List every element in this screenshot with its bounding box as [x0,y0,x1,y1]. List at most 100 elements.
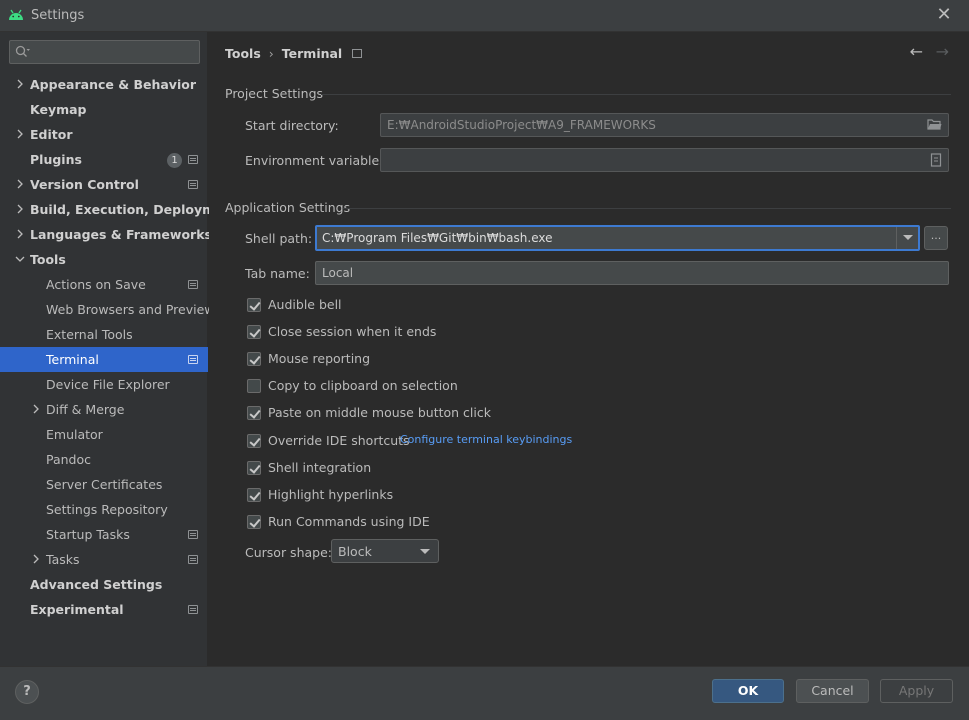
chevron-down-icon[interactable] [15,247,25,272]
checkbox-label[interactable]: Mouse reporting [268,351,370,366]
sidebar-item[interactable]: Advanced Settings [0,572,208,597]
start-directory-label: Start directory: [245,118,339,133]
checkbox[interactable] [247,461,261,475]
sidebar-item[interactable]: External Tools [0,322,208,347]
sidebar-item[interactable]: Appearance & Behavior [0,72,208,97]
checkbox-label[interactable]: Audible bell [268,297,342,312]
help-button[interactable]: ? [15,680,39,704]
sidebar-item[interactable]: Diff & Merge [0,397,208,422]
project-scope-icon [188,155,198,164]
breadcrumb-parent[interactable]: Tools [225,46,261,61]
sidebar-item[interactable]: Emulator [0,422,208,447]
checkbox-label[interactable]: Copy to clipboard on selection [268,378,458,393]
project-scope-icon [352,49,363,58]
sidebar-item-label: Web Browsers and Preview [46,302,215,317]
sidebar-item-label: Tasks [46,552,80,567]
start-directory-value: E:₩AndroidStudioProject₩A9_FRAMEWORKS [387,118,656,132]
sidebar-item-label: Pandoc [46,452,92,467]
start-directory-field[interactable]: E:₩AndroidStudioProject₩A9_FRAMEWORKS [380,113,949,137]
settings-sidebar: Appearance & Behavior Keymap Editor Plugins… [0,32,238,666]
shell-path-label: Shell path: [245,231,313,246]
sidebar-item[interactable]: Editor [0,122,208,147]
checkbox[interactable] [247,325,261,339]
project-scope-icon [188,530,198,539]
tab-name-label: Tab name: [245,266,310,281]
sidebar-item[interactable]: Version Control [0,172,208,197]
chevron-down-icon [420,549,430,554]
sidebar-item[interactable]: Build, Execution, Deployment [0,197,238,222]
chevron-right-icon[interactable] [15,72,25,97]
sidebar-item-label: Plugins [30,152,82,167]
sidebar-item-label: Editor [30,127,73,142]
browse-shell-button[interactable]: ... [924,226,948,250]
search-input[interactable] [34,43,194,61]
settings-tree: Appearance & Behavior Keymap Editor Plugins… [0,72,238,622]
tab-name-field[interactable]: Local [315,261,949,285]
project-scope-icon [188,280,198,289]
breadcrumb-current: Terminal [281,46,343,61]
checkbox[interactable] [247,352,261,366]
checkbox-label[interactable]: Paste on middle mouse button click [268,405,491,420]
tab-name-value[interactable]: Local [322,266,353,280]
checkbox[interactable] [247,298,261,312]
folder-icon[interactable] [927,118,942,131]
sidebar-item[interactable]: Experimental [0,597,208,622]
sidebar-item-label: External Tools [46,327,133,342]
checkbox-label[interactable]: Shell integration [268,460,371,475]
project-scope-icon [188,555,198,564]
sidebar-item[interactable]: Pandoc [0,447,208,472]
settings-search[interactable] [9,40,200,64]
sidebar-item-label: Terminal [46,352,99,367]
apply-button[interactable]: Apply [880,679,953,703]
sidebar-item[interactable]: Actions on Save [0,272,208,297]
checkbox-label[interactable]: Highlight hyperlinks [268,487,393,502]
title-bar: Settings ✕ [0,0,969,32]
chevron-down-icon[interactable] [896,227,918,249]
sidebar-item[interactable]: Web Browsers and Preview [0,297,215,322]
chevron-right-icon: › [268,46,274,61]
chevron-right-icon[interactable] [31,547,41,572]
update-count-badge: 1 [167,153,182,168]
chevron-right-icon[interactable] [15,197,25,222]
sidebar-item[interactable]: Startup Tasks [0,522,208,547]
forward-arrow-icon[interactable]: → [936,42,949,61]
sidebar-item[interactable]: Tasks [0,547,208,572]
chevron-right-icon[interactable] [15,122,25,147]
cursor-shape-select[interactable]: Block [331,539,439,563]
shell-path-value[interactable]: C:₩Program Files₩Git₩bin₩bash.exe [322,231,552,245]
chevron-right-icon[interactable] [15,222,25,247]
sidebar-item[interactable]: Plugins 1 [0,147,208,172]
sidebar-item[interactable]: Device File Explorer [0,372,208,397]
env-vars-field[interactable] [380,148,949,172]
chevron-right-icon[interactable] [31,397,41,422]
sidebar-item[interactable]: Keymap [0,97,208,122]
checkbox[interactable] [247,515,261,529]
sidebar-item[interactable]: Terminal [0,347,208,372]
sidebar-item-label: Keymap [30,102,87,117]
checkbox[interactable] [247,434,261,448]
project-scope-icon [188,355,198,364]
project-scope-icon [188,605,198,614]
sidebar-item-label: Version Control [30,177,139,192]
sidebar-item[interactable]: Server Certificates [0,472,208,497]
cursor-shape-value: Block [338,544,372,559]
cancel-button[interactable]: Cancel [796,679,869,703]
back-arrow-icon[interactable]: ← [910,42,923,61]
checkbox[interactable] [247,488,261,502]
shell-path-combo[interactable]: C:₩Program Files₩Git₩bin₩bash.exe [315,225,920,251]
ok-button[interactable]: OK [712,679,784,703]
keybindings-link[interactable]: Configure terminal keybindings [400,433,572,446]
chevron-right-icon[interactable] [15,172,25,197]
search-icon [15,45,30,57]
document-icon[interactable] [930,153,942,167]
checkbox[interactable] [247,406,261,420]
sidebar-item[interactable]: Settings Repository [0,497,208,522]
sidebar-item[interactable]: Languages & Frameworks [0,222,212,247]
sidebar-item[interactable]: Tools [0,247,208,272]
close-icon[interactable]: ✕ [935,6,953,24]
checkbox[interactable] [247,379,261,393]
checkbox-label[interactable]: Override IDE shortcuts [268,433,410,448]
window-title: Settings [31,8,85,23]
checkbox-label[interactable]: Close session when it ends [268,324,436,339]
checkbox-label[interactable]: Run Commands using IDE [268,514,430,529]
